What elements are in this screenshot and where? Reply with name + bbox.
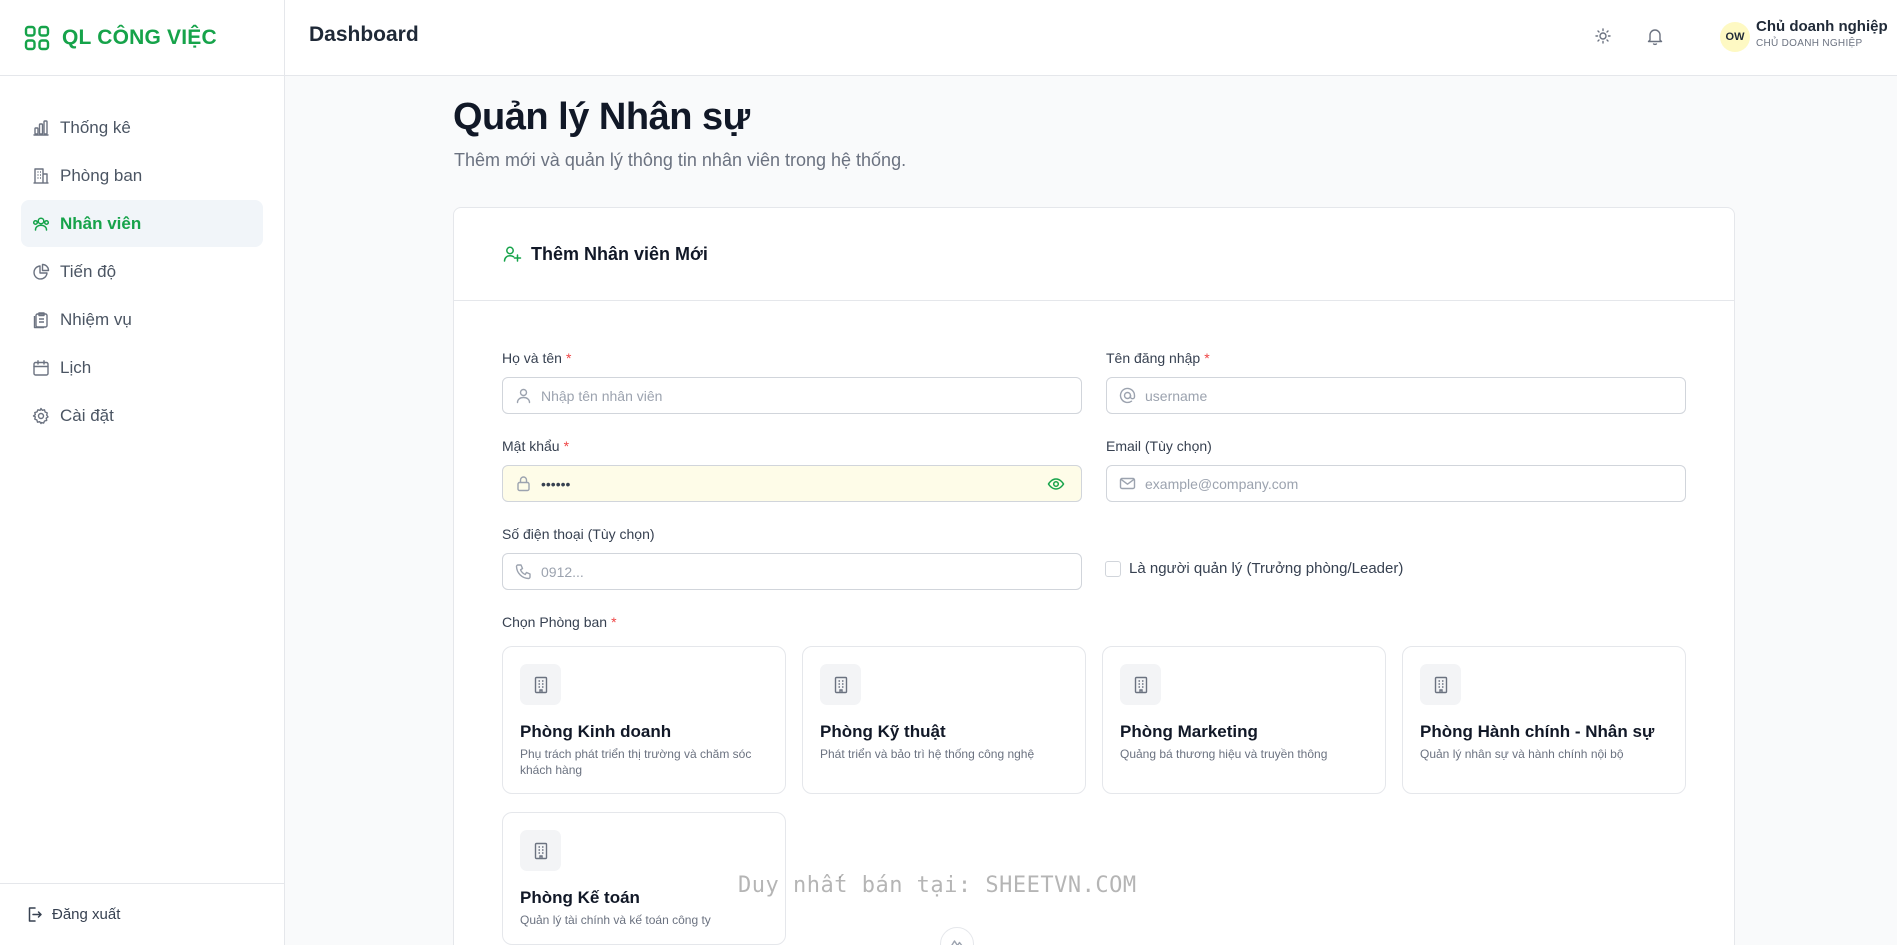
building-icon (820, 664, 861, 705)
building-icon (520, 664, 561, 705)
sidebar-item-lich[interactable]: Lịch (21, 344, 263, 391)
department-card-ky-thuat[interactable]: Phòng Kỹ thuật Phát triển và bảo trì hệ … (802, 646, 1086, 794)
page-subtitle: Thêm mới và quản lý thông tin nhân viên … (454, 150, 907, 170)
grid-icon (24, 25, 50, 51)
email-field[interactable] (1106, 465, 1686, 502)
sidebar-item-nhan-vien[interactable]: Nhân viên (21, 200, 263, 247)
department-name: Phòng Kinh doanh (520, 722, 672, 741)
sidebar-item-cai-dat[interactable]: Cài đặt (21, 392, 263, 439)
sidebar-item-thong-ke[interactable]: Thống kê (21, 104, 263, 151)
fullname-field[interactable] (502, 377, 1082, 414)
logout-button[interactable]: Đăng xuất (0, 883, 284, 945)
sidebar-item-label: Cài đặt (60, 405, 114, 425)
users-icon (32, 215, 50, 233)
bar-chart-icon (32, 119, 50, 137)
at-sign-icon (1119, 387, 1136, 404)
building-icon (32, 167, 50, 185)
sidebar-item-tien-do[interactable]: Tiến độ (21, 248, 263, 295)
sidebar: QL CÔNG VIỆC Thống kê Phòng ban Nhân viê… (0, 0, 285, 945)
sidebar-item-label: Nhân viên (60, 213, 142, 233)
department-card-marketing[interactable]: Phòng Marketing Quảng bá thương hiệu và … (1102, 646, 1386, 794)
sidebar-item-label: Tiến độ (60, 261, 117, 281)
user-role: CHỦ DOANH NGHIỆP (1756, 38, 1863, 49)
department-desc: Quản lý nhân sự và hành chính nội bộ (1420, 747, 1624, 761)
manager-checkbox[interactable] (1105, 560, 1121, 577)
brand-name: QL CÔNG VIỆC (62, 25, 217, 49)
pie-chart-icon (32, 263, 50, 281)
phone-label: Số điện thoại (Tùy chọn) (502, 526, 655, 542)
watermark: Duy nhất bán tại: SHEETVN.COM (738, 873, 1137, 898)
fullname-input[interactable] (541, 378, 1081, 413)
page-title: Quản lý Nhân sự (453, 96, 750, 138)
topbar: Dashboard OW Chủ doanh nghiệp CHỦ DOANH … (285, 0, 1897, 76)
department-label: Chọn Phòng ban * (502, 614, 617, 630)
bell-icon[interactable] (1645, 26, 1665, 46)
gear-icon (32, 407, 50, 425)
department-name: Phòng Kỹ thuật (820, 722, 946, 741)
department-name: Phòng Marketing (1120, 722, 1258, 741)
manager-checkbox-label: Là người quản lý (Trưởng phòng/Leader) (1129, 560, 1404, 577)
department-name: Phòng Kế toán (520, 888, 640, 907)
department-desc: Phụ trách phát triển thị trường và chăm … (520, 747, 752, 777)
sun-icon[interactable] (1593, 26, 1613, 46)
sidebar-item-label: Phòng ban (60, 165, 143, 185)
manager-checkbox-row[interactable]: Là người quản lý (Trưởng phòng/Leader) (1105, 560, 1403, 577)
username-input[interactable] (1145, 378, 1685, 413)
sidebar-nav: Thống kê Phòng ban Nhân viên Tiến độ Nhi… (0, 76, 284, 439)
email-input[interactable] (1145, 466, 1685, 501)
department-card-hanh-chinh-nhan-su[interactable]: Phòng Hành chính - Nhân sự Quản lý nhân … (1402, 646, 1686, 794)
mail-icon (1119, 475, 1136, 492)
username-label: Tên đăng nhập * (1106, 350, 1210, 366)
logout-label: Đăng xuất (52, 906, 121, 923)
avatar[interactable]: OW (1720, 22, 1750, 52)
password-label: Mật khẩu * (502, 438, 570, 454)
lock-icon (515, 475, 532, 492)
password-field[interactable] (502, 465, 1082, 502)
sidebar-item-label: Nhiệm vụ (60, 309, 132, 329)
building-icon (1120, 664, 1161, 705)
password-input[interactable] (541, 466, 1047, 501)
sidebar-item-label: Thống kê (60, 117, 131, 137)
building-icon (520, 830, 561, 871)
mountain-icon (948, 935, 966, 945)
department-card-kinh-doanh[interactable]: Phòng Kinh doanh Phụ trách phát triển th… (502, 646, 786, 794)
user-icon (515, 387, 532, 404)
sidebar-item-label: Lịch (60, 357, 92, 377)
department-name: Phòng Hành chính - Nhân sự (1420, 722, 1655, 741)
user-name: Chủ doanh nghiệp (1756, 18, 1888, 35)
brand[interactable]: QL CÔNG VIỆC (0, 0, 284, 76)
building-icon (1420, 664, 1461, 705)
email-label: Email (Tùy chọn) (1106, 438, 1212, 454)
clipboard-icon (32, 311, 50, 329)
card-header: Thêm Nhân viên Mới (454, 208, 1734, 301)
fullname-label: Họ và tên * (502, 350, 572, 366)
department-desc: Phát triển và bảo trì hệ thống công nghệ (820, 747, 1035, 761)
logout-icon (26, 906, 43, 923)
card-title: Thêm Nhân viên Mới (531, 243, 708, 264)
username-field[interactable] (1106, 377, 1686, 414)
phone-icon (515, 563, 532, 580)
topbar-title: Dashboard (309, 23, 419, 46)
sidebar-item-phong-ban[interactable]: Phòng ban (21, 152, 263, 199)
phone-input[interactable] (541, 554, 1081, 589)
user-plus-icon (502, 244, 522, 264)
department-desc: Quản lý tài chính và kế toán công ty (520, 913, 711, 927)
sidebar-item-nhiem-vu[interactable]: Nhiệm vụ (21, 296, 263, 343)
phone-field[interactable] (502, 553, 1082, 590)
department-desc: Quảng bá thương hiệu và truyền thông (1120, 747, 1328, 761)
calendar-icon (32, 359, 50, 377)
eye-icon[interactable] (1047, 475, 1065, 493)
